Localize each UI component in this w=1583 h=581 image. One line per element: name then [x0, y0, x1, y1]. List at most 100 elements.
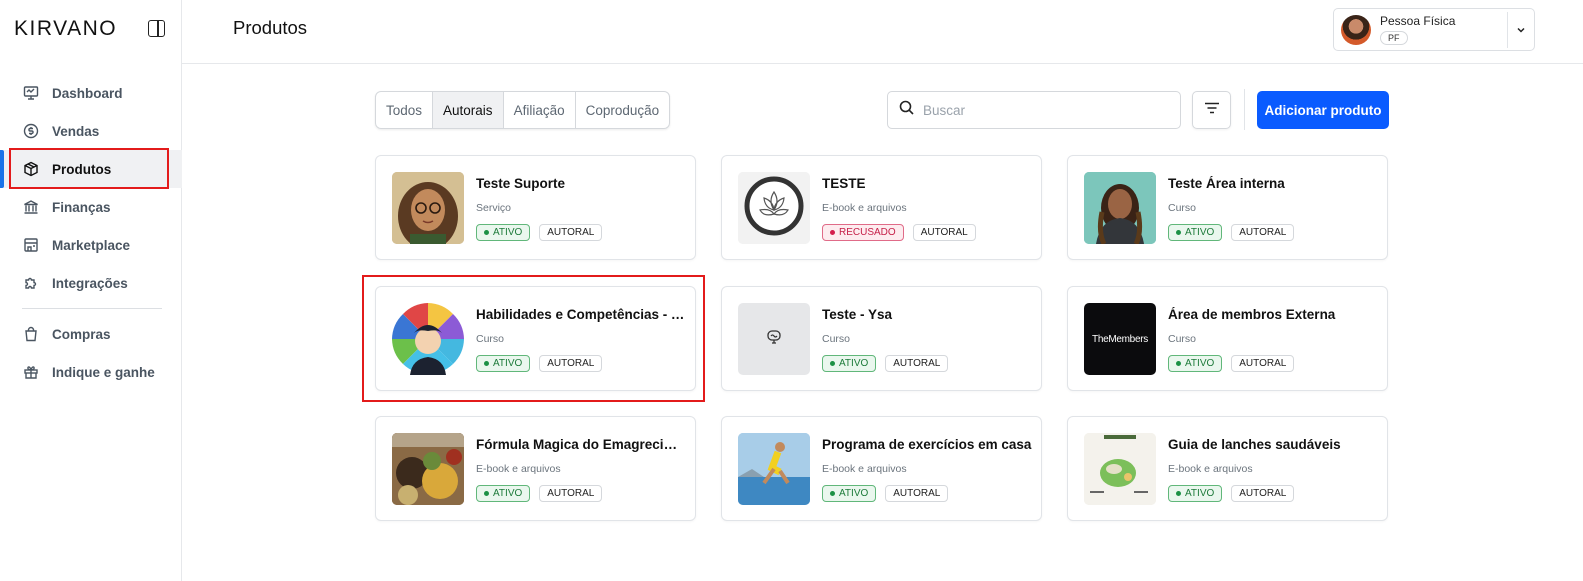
product-title[interactable]: Teste Área interna — [1168, 176, 1378, 191]
kirvano-logo[interactable]: KIRVANO — [14, 17, 117, 41]
sidebar: KIRVANO Dashboard Vendas Produtos Finanç… — [0, 0, 182, 581]
product-card[interactable]: TESTE E-book e arquivos RECUSADO AUTORAL — [721, 155, 1042, 260]
sidebar-item-label: Integrações — [52, 275, 128, 291]
product-thumbnail — [738, 433, 810, 505]
store-icon — [22, 237, 39, 254]
sidebar-item-dashboard[interactable]: Dashboard — [0, 74, 182, 112]
status-badge: ATIVO — [822, 485, 877, 502]
product-card[interactable]: Teste - Ysa Curso ATIVO AUTORAL — [721, 286, 1042, 391]
chevron-down-icon[interactable] — [1508, 25, 1534, 35]
dollar-circle-icon — [22, 123, 39, 140]
placeholder-image-icon — [766, 329, 782, 350]
kind-badge: AUTORAL — [912, 224, 976, 241]
product-card[interactable]: Programa de exercícios em casa E-book e … — [721, 416, 1042, 521]
status-badge: ATIVO — [476, 355, 531, 372]
add-product-button[interactable]: Adicionar produto — [1257, 91, 1389, 129]
kind-badge: AUTORAL — [539, 355, 603, 372]
sidebar-nav: Dashboard Vendas Produtos Finanças Marke… — [0, 74, 182, 391]
tab-autorais[interactable]: Autorais — [433, 92, 504, 128]
product-thumbnail — [392, 172, 464, 244]
sidebar-item-label: Dashboard — [52, 85, 123, 101]
product-title[interactable]: Área de membros Externa — [1168, 307, 1378, 322]
gift-icon — [22, 364, 39, 381]
topbar: Produtos Pessoa Física PF — [182, 0, 1583, 64]
shopping-bag-icon — [22, 326, 39, 343]
filter-button[interactable] — [1192, 91, 1231, 129]
product-title[interactable]: Habilidades e Competências - Y... — [476, 307, 686, 322]
status-badge: ATIVO — [476, 485, 531, 502]
kind-badge: AUTORAL — [885, 485, 949, 502]
kind-badge: AUTORAL — [539, 485, 603, 502]
sidebar-item-label: Produtos — [52, 161, 112, 177]
sidebar-item-compras[interactable]: Compras — [0, 315, 182, 353]
product-card[interactable]: TheMembers Área de membros Externa Curso… — [1067, 286, 1388, 391]
sidebar-item-financas[interactable]: Finanças — [0, 188, 182, 226]
tab-todos[interactable]: Todos — [376, 92, 434, 128]
product-type: Serviço — [476, 202, 512, 214]
avatar — [1341, 14, 1371, 45]
sidebar-item-produtos[interactable]: Produtos — [0, 150, 182, 188]
themembers-logo: TheMembers — [1092, 333, 1148, 345]
product-thumbnail — [738, 303, 810, 375]
account-name: Pessoa Física — [1380, 13, 1456, 28]
account-type-badge: PF — [1380, 30, 1408, 45]
sidebar-item-integracoes[interactable]: Integrações — [0, 264, 182, 302]
product-thumbnail — [392, 303, 464, 375]
product-title[interactable]: Programa de exercícios em casa — [822, 437, 1032, 452]
product-card[interactable]: Habilidades e Competências - Y... Curso … — [375, 286, 696, 391]
page-title: Produtos — [233, 17, 308, 38]
product-thumbnail: TheMembers — [1084, 303, 1156, 375]
product-card[interactable]: Teste Área interna Curso ATIVO AUTORAL — [1067, 155, 1388, 260]
tab-coproducao[interactable]: Coprodução — [576, 92, 670, 128]
box-icon — [22, 161, 39, 178]
product-type: Curso — [1168, 202, 1197, 214]
status-badge: ATIVO — [476, 224, 531, 241]
product-thumbnail — [392, 433, 464, 505]
sidebar-divider — [22, 308, 162, 309]
product-type: Curso — [476, 333, 505, 345]
product-title[interactable]: Teste Suporte — [476, 176, 686, 191]
search-input[interactable] — [923, 102, 1163, 118]
product-card[interactable]: Fórmula Magica do Emagrecime... E-book e… — [375, 416, 696, 521]
divider — [1244, 89, 1245, 130]
status-badge: RECUSADO — [822, 224, 904, 241]
kind-badge: AUTORAL — [1231, 355, 1295, 372]
sidebar-item-label: Finanças — [52, 199, 111, 215]
product-type: E-book e arquivos — [822, 202, 907, 214]
filter-icon — [1204, 101, 1220, 119]
product-thumbnail — [1084, 433, 1156, 505]
product-card[interactable]: Teste Suporte Serviço ATIVO AUTORAL — [375, 155, 696, 260]
product-type: E-book e arquivos — [1168, 463, 1253, 475]
kind-badge: AUTORAL — [885, 355, 949, 372]
product-thumbnail — [1084, 172, 1156, 244]
product-title[interactable]: Teste - Ysa — [822, 307, 1032, 322]
kind-badge: AUTORAL — [539, 224, 603, 241]
status-badge: ATIVO — [1168, 224, 1223, 241]
product-type: E-book e arquivos — [476, 463, 561, 475]
status-badge: ATIVO — [1168, 355, 1223, 372]
product-type: E-book e arquivos — [822, 463, 907, 475]
sidebar-item-indique[interactable]: Indique e ganhe — [0, 353, 182, 391]
search-icon — [899, 100, 914, 120]
bank-icon — [22, 199, 39, 216]
sidebar-item-label: Vendas — [52, 123, 100, 139]
tab-afiliacao[interactable]: Afiliação — [504, 92, 576, 128]
sidebar-item-label: Compras — [52, 326, 111, 342]
search-box[interactable] — [887, 91, 1181, 129]
sidebar-toggle-icon[interactable] — [148, 20, 165, 37]
product-title[interactable]: TESTE — [822, 176, 1032, 191]
product-card[interactable]: Guia de lanches saudáveis E-book e arqui… — [1067, 416, 1388, 521]
kind-badge: AUTORAL — [1231, 485, 1295, 502]
sidebar-item-label: Marketplace — [52, 237, 131, 253]
puzzle-icon — [22, 275, 39, 292]
sidebar-item-vendas[interactable]: Vendas — [0, 112, 182, 150]
account-switcher[interactable]: Pessoa Física PF — [1333, 8, 1535, 51]
product-title[interactable]: Fórmula Magica do Emagrecime... — [476, 437, 686, 452]
product-type: Curso — [1168, 333, 1197, 345]
product-title[interactable]: Guia de lanches saudáveis — [1168, 437, 1378, 452]
product-filter-tabs: Todos Autorais Afiliação Coprodução — [375, 91, 671, 129]
sidebar-item-marketplace[interactable]: Marketplace — [0, 226, 182, 264]
product-thumbnail — [738, 172, 810, 244]
kind-badge: AUTORAL — [1231, 224, 1295, 241]
sidebar-item-label: Indique e ganhe — [52, 364, 155, 380]
